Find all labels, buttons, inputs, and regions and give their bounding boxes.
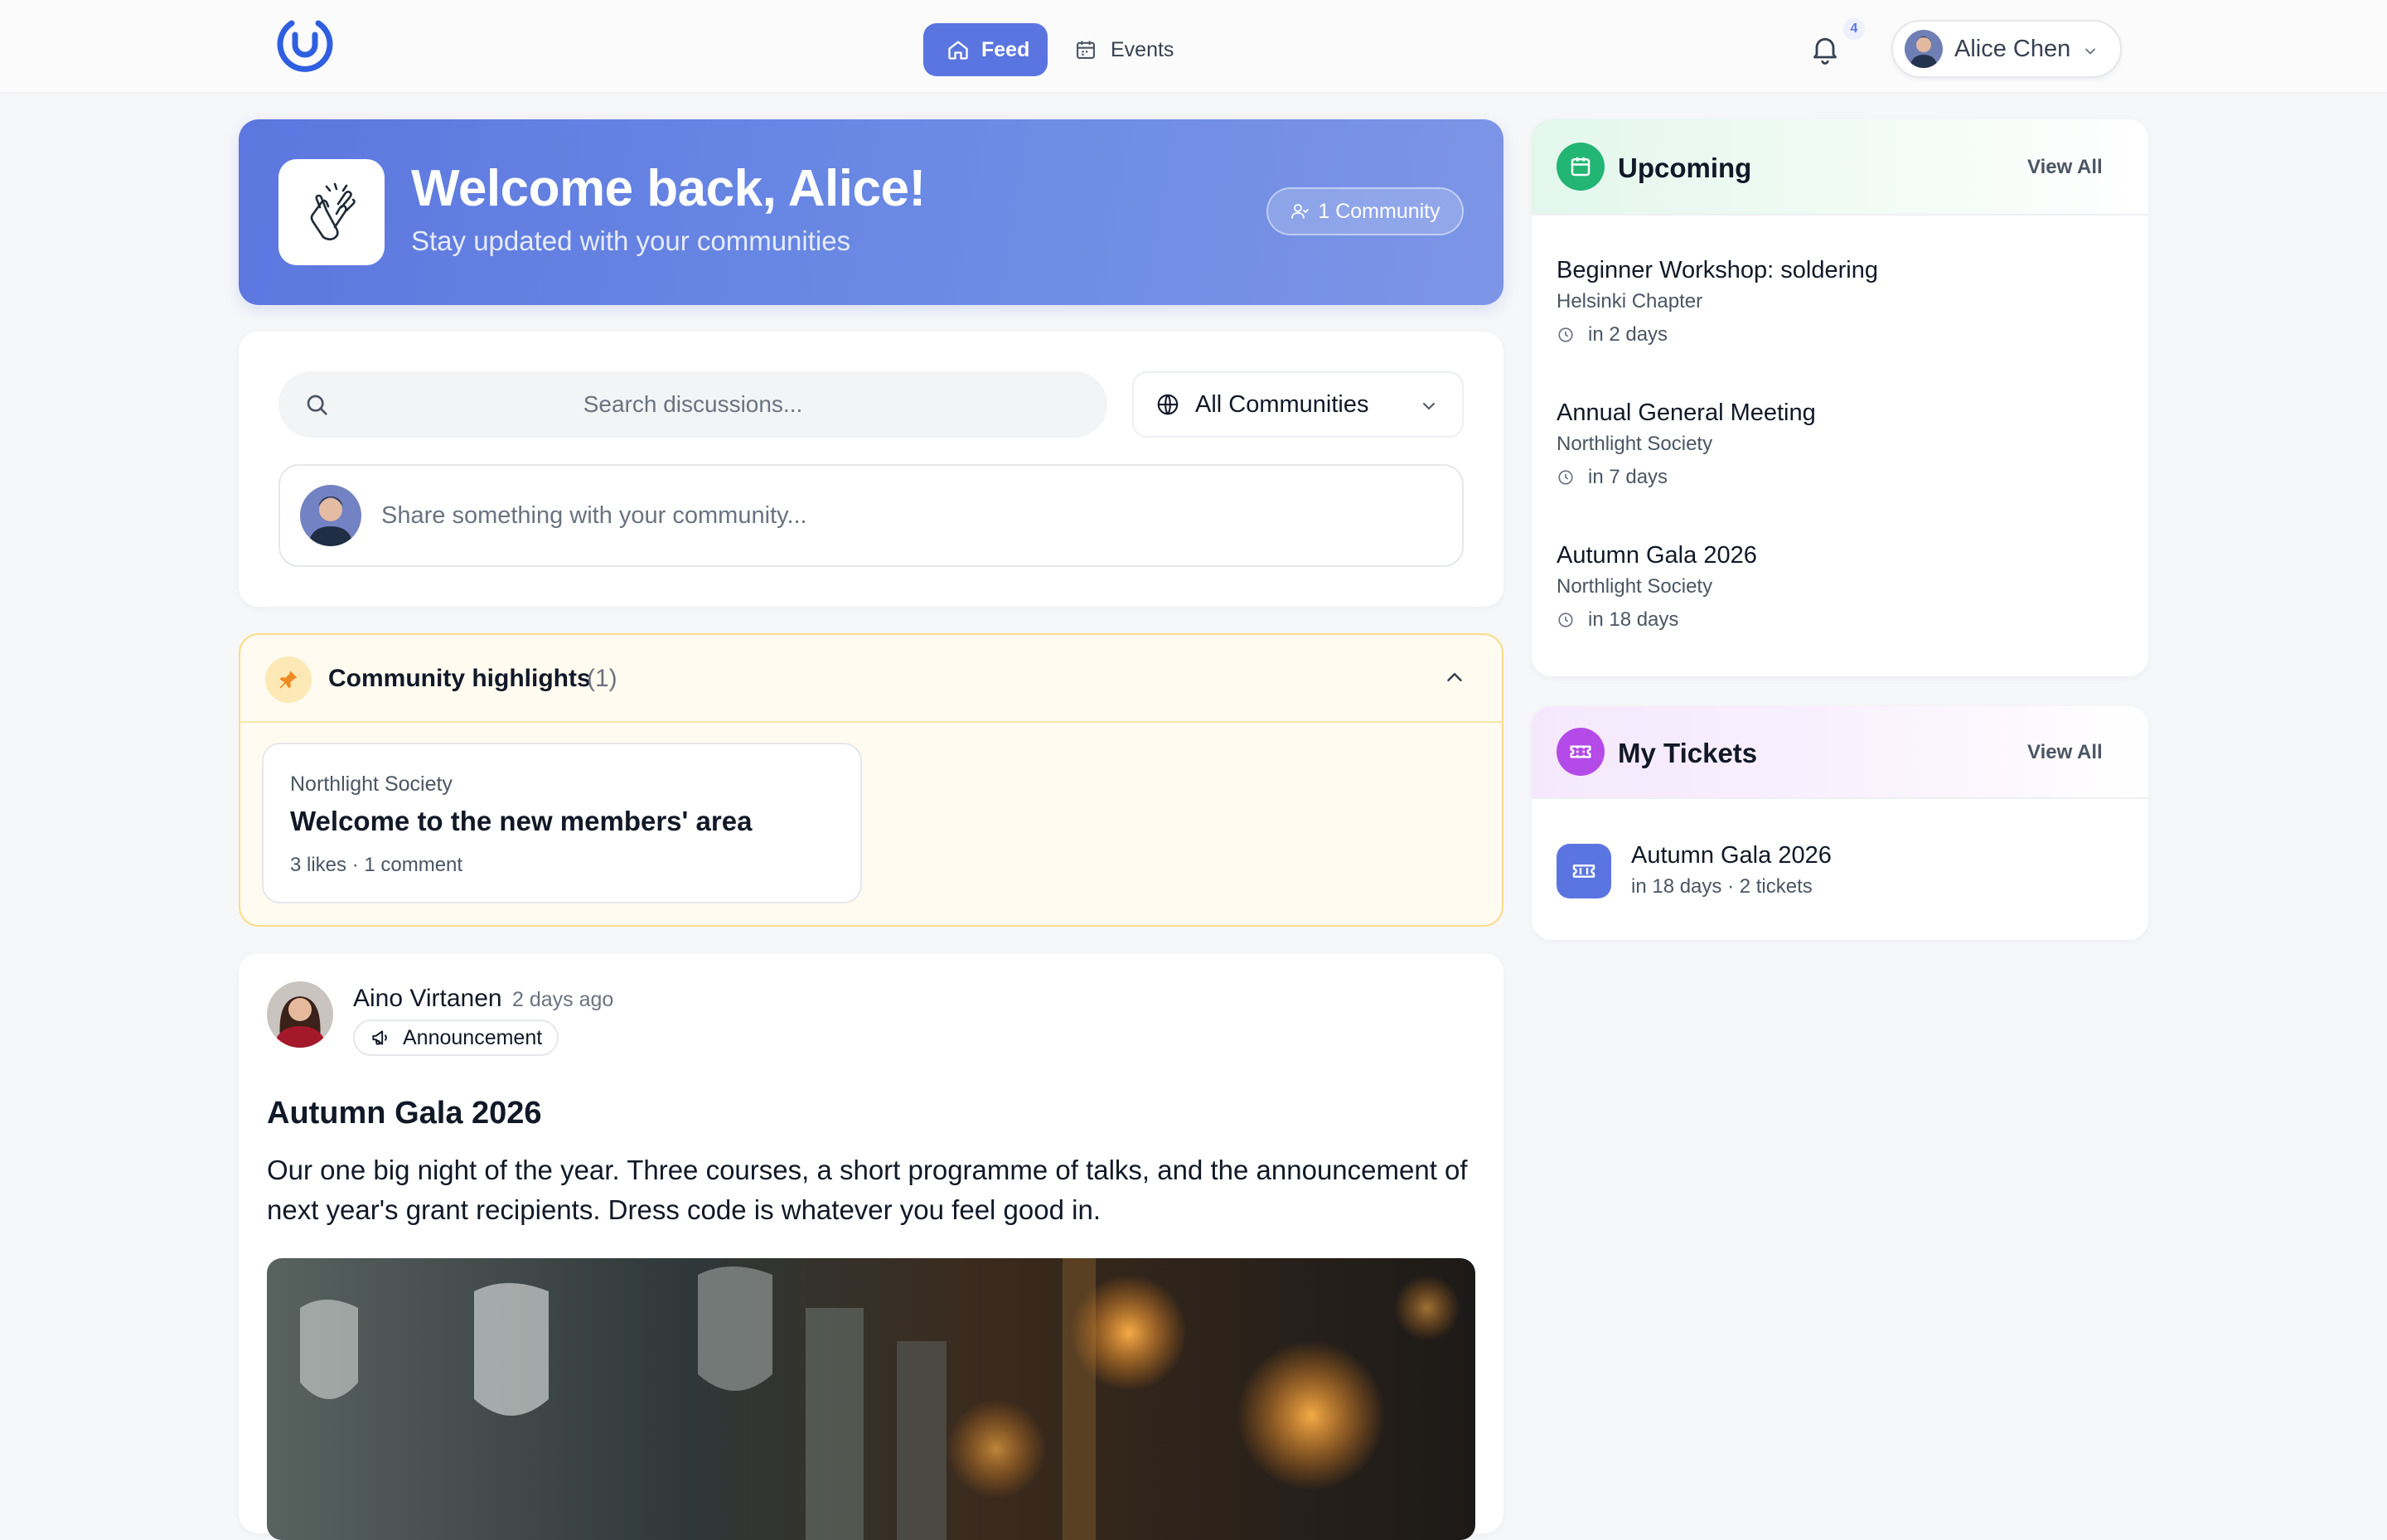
post-timestamp: 2 days ago — [512, 988, 614, 1011]
user-name: Alice Chen — [1954, 35, 2071, 62]
app-logo[interactable] — [277, 17, 333, 73]
event-when-label: in 7 days — [1588, 466, 1668, 488]
event-community: Helsinki Chapter — [1557, 290, 1703, 312]
welcome-title: Welcome back, Alice! — [411, 160, 926, 217]
clapping-hands-icon — [278, 159, 385, 265]
event-item[interactable]: Beginner Workshop: soldering Helsinki Ch… — [1557, 257, 2120, 365]
calendar-icon — [1557, 143, 1605, 191]
clock-icon — [1557, 326, 1575, 344]
search-input[interactable] — [278, 371, 1107, 438]
community-filter-select[interactable]: All Communities — [1132, 371, 1464, 438]
event-community: Northlight Society — [1557, 433, 1713, 455]
ticket-meta: in 18 days · 2 tickets — [1631, 875, 1813, 898]
ticket-icon — [1557, 728, 1605, 776]
composer-placeholder: Share something with your community... — [381, 501, 807, 529]
welcome-subtitle: Stay updated with your communities — [411, 225, 851, 256]
highlights-title: Community highlights — [328, 665, 591, 692]
bell-icon[interactable] — [1808, 31, 1842, 66]
event-when: in 2 days — [1557, 323, 1668, 346]
chevron-down-icon — [1419, 396, 1439, 416]
upcoming-title: Upcoming — [1618, 153, 1752, 183]
users-icon — [1290, 201, 1310, 221]
clock-icon — [1557, 611, 1575, 629]
tickets-view-all-link[interactable]: View All — [2027, 741, 2103, 764]
post-category-badge: Announcement — [353, 1019, 559, 1056]
globe-icon — [1155, 392, 1180, 417]
post-composer[interactable]: Share something with your community... — [278, 464, 1464, 567]
nav-tab-events[interactable]: Events — [1074, 23, 1174, 76]
user-menu-button[interactable]: Alice Chen — [1891, 20, 2122, 78]
event-item[interactable]: Annual General Meeting Northlight Societ… — [1557, 400, 2120, 507]
post-title: Autumn Gala 2026 — [267, 1096, 542, 1131]
upcoming-header: Upcoming View All — [1532, 119, 2148, 216]
event-when-label: in 2 days — [1588, 323, 1668, 346]
notification-badge: 4 — [1843, 18, 1865, 40]
highlight-card[interactable]: Northlight Society Welcome to the new me… — [262, 743, 862, 903]
highlight-community: Northlight Society — [290, 772, 453, 796]
chevron-down-icon — [2082, 43, 2099, 60]
tickets-title: My Tickets — [1618, 738, 1758, 768]
ticket-icon — [1557, 844, 1611, 898]
top-bar: Feed Events 4 Alice Chen — [0, 0, 2387, 93]
feed-post: Aino Virtanen 2 days ago Announcement Au… — [239, 953, 1503, 1540]
avatar — [300, 485, 361, 546]
welcome-banner: Welcome back, Alice! Stay updated with y… — [239, 119, 1503, 305]
avatar[interactable] — [267, 981, 333, 1048]
event-when-label: in 18 days — [1588, 608, 1679, 631]
ticket-event-title[interactable]: Autumn Gala 2026 — [1631, 842, 1832, 869]
home-icon — [947, 38, 970, 61]
pin-icon — [265, 656, 312, 703]
highlights-header[interactable]: Community highlights (1) — [240, 635, 1502, 723]
community-count-label: 1 Community — [1318, 199, 1440, 223]
post-category-label: Announcement — [403, 1025, 543, 1049]
community-filter-value: All Communities — [1195, 390, 1369, 418]
event-when: in 18 days — [1557, 608, 1678, 632]
community-highlights-panel: Community highlights (1) Northlight Soci… — [239, 633, 1503, 927]
event-title: Annual General Meeting — [1557, 400, 1816, 426]
nav-tab-events-label: Events — [1111, 37, 1174, 61]
post-author[interactable]: Aino Virtanen — [353, 985, 502, 1013]
chevron-up-icon[interactable] — [1442, 665, 1467, 690]
nav-tab-feed[interactable]: Feed — [923, 23, 1048, 76]
post-body: Our one big night of the year. Three cou… — [267, 1155, 1468, 1225]
event-title: Autumn Gala 2026 — [1557, 542, 1757, 569]
event-title: Beginner Workshop: soldering — [1557, 257, 1878, 283]
post-image[interactable] — [267, 1258, 1475, 1540]
event-item[interactable]: Autumn Gala 2026 Northlight Society in 1… — [1557, 542, 2120, 650]
event-when: in 7 days — [1557, 466, 1668, 489]
highlights-count: (1) — [587, 665, 617, 692]
megaphone-icon — [370, 1027, 391, 1048]
calendar-icon — [1074, 38, 1097, 61]
highlight-title: Welcome to the new members' area — [290, 806, 753, 836]
nav-tab-feed-label: Feed — [981, 37, 1030, 61]
event-community: Northlight Society — [1557, 575, 1713, 598]
upcoming-view-all-link[interactable]: View All — [2027, 156, 2103, 179]
highlight-meta: 3 likes · 1 comment — [290, 854, 463, 876]
search-field[interactable] — [278, 371, 1107, 438]
avatar — [1905, 30, 1943, 68]
my-tickets-card: My Tickets View All Autumn Gala 2026 in … — [1532, 706, 2148, 940]
search-composer-card: All Communities Share something with you… — [239, 332, 1503, 607]
clock-icon — [1557, 468, 1575, 487]
community-count-badge[interactable]: 1 Community — [1266, 187, 1464, 235]
tickets-header: My Tickets View All — [1532, 706, 2148, 799]
search-icon — [303, 391, 330, 418]
upcoming-events-card: Upcoming View All Beginner Workshop: sol… — [1532, 119, 2148, 676]
